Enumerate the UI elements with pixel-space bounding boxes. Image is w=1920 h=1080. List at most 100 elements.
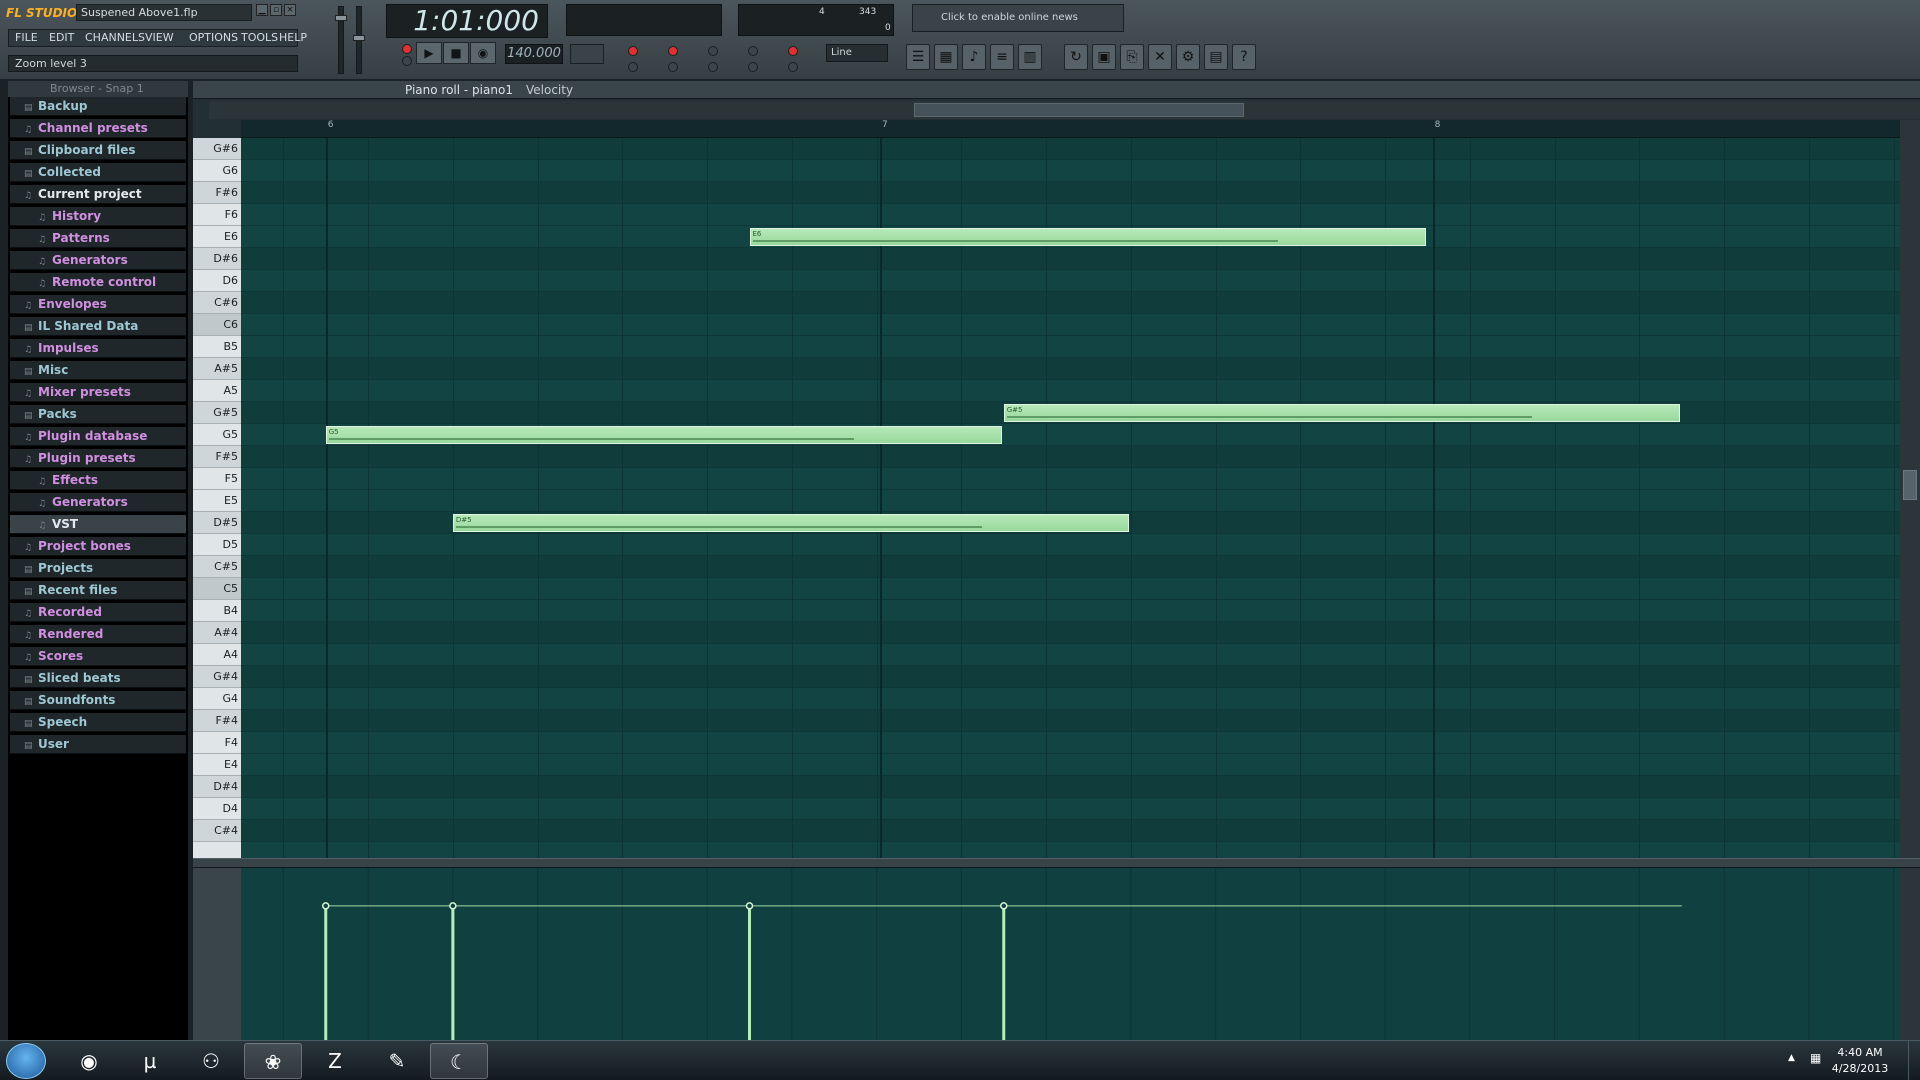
browser-item[interactable]: ▤ IL Shared Data xyxy=(10,317,186,336)
piano-key[interactable]: D#6 xyxy=(193,248,241,270)
piano-key[interactable]: G6 xyxy=(193,160,241,182)
velocity-handle[interactable] xyxy=(745,902,754,910)
browser-item[interactable]: ▤ Misc xyxy=(10,361,186,380)
multilink-led[interactable] xyxy=(788,62,798,72)
menu-edit[interactable]: EDIT xyxy=(49,30,74,46)
piano-key[interactable]: G5 xyxy=(193,424,241,446)
pattern-mode-led[interactable] xyxy=(402,44,412,54)
piano-key[interactable]: E5 xyxy=(193,490,241,512)
online-news-panel[interactable]: Click to enable online news xyxy=(912,4,1124,32)
help-icon[interactable]: ? xyxy=(1232,44,1256,70)
browser-item[interactable]: ♫ Patterns xyxy=(10,229,186,248)
piano-key[interactable]: F6 xyxy=(193,204,241,226)
piano-key[interactable]: C#6 xyxy=(193,292,241,314)
piano-key[interactable]: D5 xyxy=(193,534,241,556)
master-volume-slider[interactable] xyxy=(335,6,347,74)
step-sequencer-icon[interactable]: ▦ xyxy=(934,44,958,70)
velocity-handle[interactable] xyxy=(322,902,330,910)
browser-item[interactable]: ▤ Packs xyxy=(10,405,186,424)
velocity-handle[interactable] xyxy=(449,902,457,910)
blend-notes-led[interactable] xyxy=(668,46,678,56)
chrome-taskbar-icon[interactable]: ◉ xyxy=(60,1043,118,1079)
browser-item[interactable]: ♫ Channel presets xyxy=(10,119,186,138)
browser-item[interactable]: ♫ Remote control xyxy=(10,273,186,292)
event-editor-scroll[interactable] xyxy=(1900,868,1920,1040)
network-taskbar-icon[interactable]: ⚇ xyxy=(182,1043,240,1079)
piano-roll-title[interactable]: Piano roll - piano1 xyxy=(405,81,513,99)
piano-key[interactable]: C6 xyxy=(193,314,241,336)
piano-key[interactable]: E6 xyxy=(193,226,241,248)
piano-key[interactable]: G#6 xyxy=(193,138,241,160)
browser-item[interactable]: ♫ Rendered xyxy=(10,625,186,644)
menu-channels[interactable]: CHANNELS xyxy=(85,30,145,46)
piano-key[interactable]: F5 xyxy=(193,468,241,490)
browser-item[interactable]: ♫ Effects xyxy=(10,471,186,490)
start-button-icon[interactable] xyxy=(6,1043,46,1079)
export-icon[interactable]: ⎘ xyxy=(1120,44,1144,70)
note[interactable]: E6 xyxy=(749,228,1426,246)
event-target-select[interactable]: Velocity xyxy=(526,81,573,99)
browser-item[interactable]: ▤ Backup xyxy=(10,97,186,116)
piano-key[interactable]: D#4 xyxy=(193,776,241,798)
browser-item[interactable]: ▤ Projects xyxy=(10,559,186,578)
song-mode-led[interactable] xyxy=(402,56,412,66)
menu-help[interactable]: HELP xyxy=(279,30,307,46)
pattern-selector[interactable] xyxy=(570,44,604,64)
playlist-icon[interactable]: ☰ xyxy=(906,44,930,70)
browser-item[interactable]: ▤ Speech xyxy=(10,713,186,732)
piano-keyboard[interactable]: G#6 G6 F#6 F6 E6 D#6 D6 C#6 C6 B5 A#5 A5 G#5 G5 F#5 F5 E… xyxy=(193,138,241,858)
browser-item[interactable]: ▤ Clipboard files xyxy=(10,141,186,160)
messenger-taskbar-icon[interactable]: ☾ xyxy=(430,1043,488,1079)
browser-item[interactable]: ♫ VST xyxy=(10,515,186,534)
vertical-scroll-thumb[interactable] xyxy=(1903,470,1917,500)
browser-item[interactable]: ♫ Plugin database xyxy=(10,427,186,446)
browser-item[interactable]: ♫ Generators xyxy=(10,493,186,512)
piano-key[interactable]: A#4 xyxy=(193,622,241,644)
tempo-display[interactable]: 140.000 xyxy=(505,44,563,64)
piano-key[interactable]: B5 xyxy=(193,336,241,358)
info-icon[interactable]: ▤ xyxy=(1204,44,1228,70)
master-pitch-slider[interactable] xyxy=(353,6,365,74)
piano-key[interactable]: C5 xyxy=(193,578,241,600)
record-button[interactable]: ◉ xyxy=(470,42,496,64)
browser-item[interactable]: ♫ Current project xyxy=(10,185,186,204)
browser-icon[interactable]: ≡ xyxy=(990,44,1014,70)
browser-item[interactable]: ♫ Mixer presets xyxy=(10,383,186,402)
velocity-event-editor[interactable] xyxy=(241,868,1900,1040)
piano-key[interactable]: C#4 xyxy=(193,820,241,842)
snap-mode-select[interactable]: Line xyxy=(826,44,888,62)
play-button[interactable]: ▶ xyxy=(416,42,442,64)
browser-item[interactable]: ▤ Collected xyxy=(10,163,186,182)
note[interactable]: G#5 xyxy=(1003,404,1680,422)
piano-key[interactable]: D4 xyxy=(193,798,241,820)
fl-studio-taskbar-icon[interactable]: ❀ xyxy=(244,1043,302,1079)
piano-key[interactable]: E4 xyxy=(193,754,241,776)
piano-key[interactable]: D6 xyxy=(193,270,241,292)
loop-record-led[interactable] xyxy=(748,46,758,56)
piano-key[interactable]: D#5 xyxy=(193,512,241,534)
velocity-handle[interactable] xyxy=(1000,902,1008,910)
step-edit-led[interactable] xyxy=(708,46,718,56)
snap-led[interactable] xyxy=(708,62,718,72)
browser-item[interactable]: ▤ Sliced beats xyxy=(10,669,186,688)
vertical-scrollbar[interactable] xyxy=(1900,120,1920,858)
save-icon[interactable]: ▣ xyxy=(1092,44,1116,70)
horizontal-scroll-thumb[interactable] xyxy=(914,103,1244,117)
menu-tools[interactable]: TOOLS xyxy=(241,30,278,46)
note-grid[interactable]: E6 G#5 G5 D#5 xyxy=(241,138,1900,858)
scroll-led[interactable] xyxy=(748,62,758,72)
browser-item[interactable]: ▤ User xyxy=(10,735,186,754)
close-icon[interactable]: × xyxy=(284,4,296,16)
tray-expand-icon[interactable]: ▲ xyxy=(1788,1053,1795,1063)
browser-item[interactable]: ♫ Generators xyxy=(10,251,186,270)
mixer-icon[interactable]: ▥ xyxy=(1018,44,1042,70)
piano-key[interactable]: A#5 xyxy=(193,358,241,380)
velocity-lanes[interactable] xyxy=(241,868,1900,1040)
settings-icon[interactable]: ⚙ xyxy=(1176,44,1200,70)
piano-key[interactable]: B4 xyxy=(193,600,241,622)
piano-key[interactable]: A4 xyxy=(193,644,241,666)
menu-view[interactable]: VIEW xyxy=(145,30,174,46)
paint-taskbar-icon[interactable]: ✎ xyxy=(368,1043,426,1079)
browser-item[interactable]: ♫ Envelopes xyxy=(10,295,186,314)
system-clock[interactable]: 4:40 AM 4/28/2013 xyxy=(1820,1045,1900,1077)
